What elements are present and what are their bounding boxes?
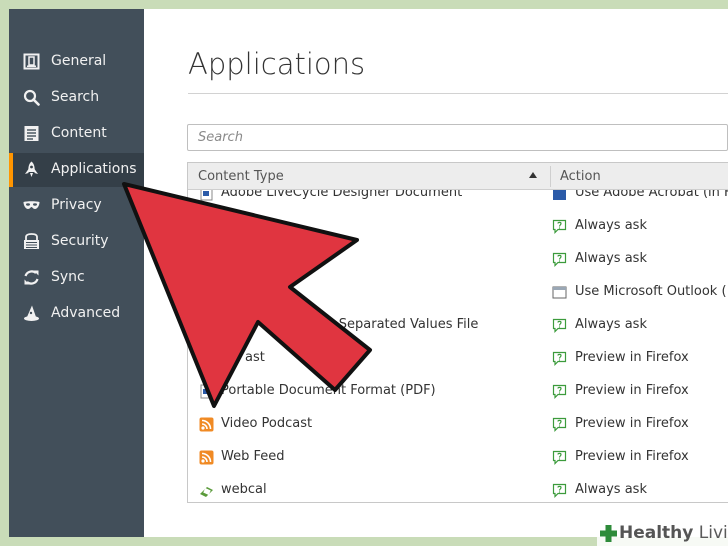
table-row[interactable]: Web Feed Preview in Firefox [188,441,728,474]
content-type-label: Adobe LiveCycle Designer Document [221,190,463,200]
security-icon [23,233,40,250]
content-type-label: Video Podcast [221,416,313,431]
sidebar-item-label: Advanced [51,305,121,321]
health-cross-icon [600,525,617,542]
content-type-label: webcal [221,482,267,497]
content-type-table: Content Type Action Adobe LiveCycle Desi… [187,162,728,503]
pdf-doc-icon [199,190,214,201]
search-icon [23,89,40,106]
ask-icon [552,219,567,234]
sidebar-item-label: General [51,53,107,69]
table-row[interactable]: Adobe LiveCycle Designer Document Use Ad… [188,190,728,210]
rocket-icon [23,161,40,178]
ask-icon [552,450,567,465]
document-icon [23,125,40,142]
table-row[interactable]: Always ask [188,210,728,243]
ask-icon [552,384,567,399]
wizard-hat-icon [23,305,40,322]
sync-icon [23,269,40,286]
search-input[interactable] [188,125,727,150]
table-row[interactable]: Always ask [188,243,728,276]
table-row[interactable]: ast Preview in Firefox [188,342,728,375]
sidebar-item-privacy[interactable]: Privacy [9,189,144,223]
sidebar-item-general[interactable]: General [9,45,144,79]
main-panel: Applications Content Type Action Adobe L… [144,9,728,537]
sidebar-item-label: Content [51,125,107,141]
search-field[interactable] [187,124,728,151]
outlook-icon [552,285,567,300]
watermark: Healthy Living [597,521,728,546]
mask-icon [23,197,40,214]
action-label[interactable]: Always ask [575,317,647,332]
watermark-brand-rest: Living [698,523,728,543]
table-row[interactable]: ma Separated Values File Always ask [188,309,728,342]
sidebar-item-search[interactable]: Search [9,81,144,115]
content-type-label: ma Separated Values File [314,317,479,332]
column-header-action[interactable]: Action [560,169,601,184]
feed-icon [199,351,214,366]
sidebar-item-applications[interactable]: Applications [9,153,144,187]
ask-icon [552,351,567,366]
content-type-label: Web Feed [221,449,285,464]
sidebar-item-sync[interactable]: Sync [9,261,144,295]
sidebar-item-label: Sync [51,269,85,285]
title-divider [188,93,728,94]
table-body: Adobe LiveCycle Designer Document Use Ad… [188,190,728,502]
table-header: Content Type Action [188,163,728,190]
watermark-text: Healthy Living [619,523,728,543]
action-label[interactable]: Always ask [575,482,647,497]
sidebar-item-label: Search [51,89,100,105]
action-label[interactable]: Preview in Firefox [575,449,689,464]
preferences-window: General Search Content Applications Priv… [9,9,728,537]
content-type-label: ast [245,350,265,365]
sidebar-item-label: Applications [51,161,137,177]
table-row[interactable]: Portable Document Format (PDF) Preview i… [188,375,728,408]
action-label[interactable]: Always ask [575,251,647,266]
acrobat-icon [552,190,567,201]
table-row[interactable]: Video Podcast Preview in Firefox [188,408,728,441]
content-type-label: Portable Document Format (PDF) [221,383,436,398]
ask-icon [552,252,567,267]
general-icon [23,53,40,70]
table-row[interactable]: webcal Always ask [188,474,728,502]
action-label[interactable]: Use Adobe Acrobat (in F [575,190,728,200]
action-label[interactable]: Use Microsoft Outlook ( [575,284,727,299]
feed-icon [199,450,214,465]
sidebar-item-advanced[interactable]: Advanced [9,297,144,331]
ask-icon [552,318,567,333]
pdf-doc-icon [199,384,214,399]
column-header-content-type[interactable]: Content Type [198,169,284,184]
action-label[interactable]: Always ask [575,218,647,233]
table-row[interactable]: Use Microsoft Outlook ( [188,276,728,309]
ask-icon [552,483,567,498]
action-label[interactable]: Preview in Firefox [575,416,689,431]
feed-icon [199,417,214,432]
sort-ascending-icon[interactable] [529,172,537,178]
action-label[interactable]: Preview in Firefox [575,383,689,398]
sidebar-item-label: Security [51,233,109,249]
sidebar-item-label: Privacy [51,197,102,213]
ask-icon [552,417,567,432]
action-label[interactable]: Preview in Firefox [575,350,689,365]
page-title: Applications [188,47,366,81]
sidebar-item-security[interactable]: Security [9,225,144,259]
sidebar-item-content[interactable]: Content [9,117,144,151]
watermark-brand: Healthy [619,523,694,543]
sidebar: General Search Content Applications Priv… [9,9,144,537]
webcal-icon [199,483,214,498]
column-divider[interactable] [550,166,551,187]
